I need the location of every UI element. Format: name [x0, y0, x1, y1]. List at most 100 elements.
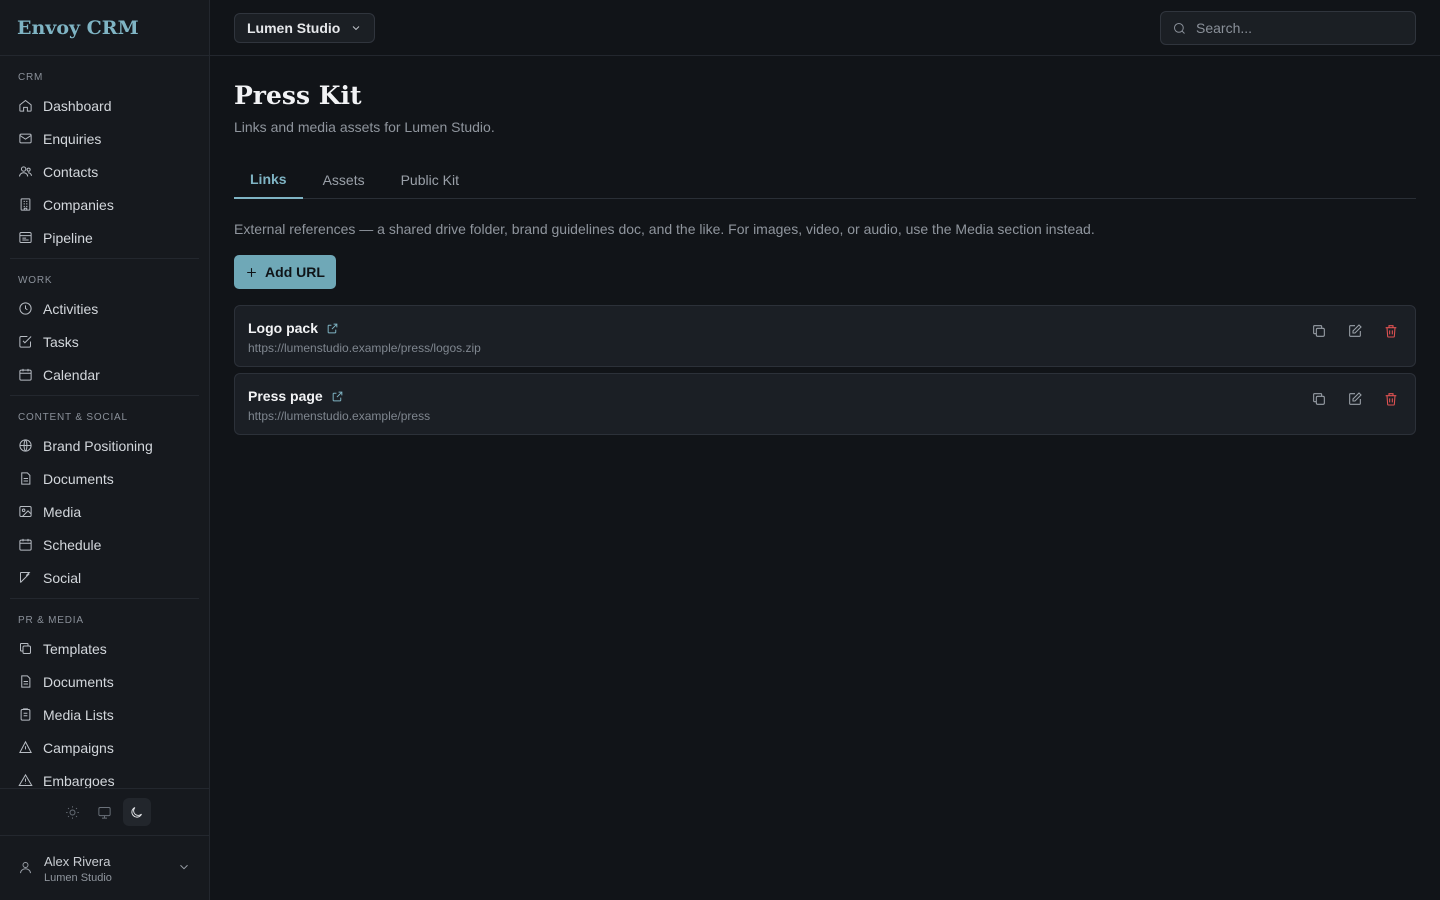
link-title-text: Press page: [248, 388, 323, 404]
nav-section-crm: CRM Dashboard Enquiries Contacts Compani…: [10, 56, 199, 259]
image-icon: [19, 506, 32, 517]
nav-section-pr-media: PR & MEDIA Templates Documents Media Lis…: [10, 599, 199, 797]
search-box: [1160, 11, 1416, 45]
link-url: https://lumenstudio.example/press/logos.…: [248, 341, 481, 355]
edit-button[interactable]: [1347, 323, 1363, 342]
sidebar-item-label: Tasks: [43, 333, 79, 350]
sidebar-item-documents[interactable]: Documents: [10, 462, 199, 495]
section-label: PR & MEDIA: [18, 615, 84, 626]
sidebar-item-label: Templates: [43, 640, 107, 657]
sidebar-item-activities[interactable]: Activities: [10, 292, 199, 325]
send-icon: [20, 572, 31, 583]
document-icon: [21, 472, 31, 485]
copy-button[interactable]: [1311, 323, 1327, 342]
sidebar-item-label: Calendar: [43, 366, 100, 383]
page-title: Press Kit: [234, 81, 362, 110]
user-icon: [18, 860, 33, 878]
org-switcher[interactable]: Lumen Studio: [234, 13, 376, 43]
sidebar-item-contacts[interactable]: Contacts: [10, 155, 199, 188]
sidebar-item-label: Media Lists: [43, 706, 114, 723]
row-actions: [1311, 391, 1399, 410]
sidebar-item-dashboard[interactable]: Dashboard: [10, 89, 199, 122]
sidebar-item-schedule[interactable]: Schedule: [10, 528, 199, 561]
chevron-down-icon: [353, 26, 360, 31]
section-label: CRM: [18, 72, 44, 83]
sidebar-item-tasks[interactable]: Tasks: [10, 325, 199, 358]
sun-icon: [66, 805, 79, 819]
help-text: External references — a shared drive fol…: [234, 221, 1095, 237]
theme-light-button[interactable]: [59, 798, 87, 826]
delete-button[interactable]: [1383, 323, 1399, 342]
section-label: WORK: [18, 275, 53, 286]
org-switcher-label: Lumen Studio: [247, 20, 341, 36]
theme-system-button[interactable]: [91, 798, 119, 826]
copy-icon: [1313, 393, 1325, 405]
user-org: Lumen Studio: [44, 871, 112, 884]
sidebar-item-brand-positioning[interactable]: Brand Positioning: [10, 429, 199, 462]
tab-links[interactable]: Links: [234, 161, 303, 199]
row-actions: [1311, 323, 1399, 342]
search-input[interactable]: [1196, 20, 1396, 36]
main-content: Press Kit Links and media assets for Lum…: [234, 56, 1416, 441]
link-list: Logo pack https://lumenstudio.example/pr…: [234, 305, 1416, 435]
sidebar-item-label: Documents: [43, 470, 114, 487]
copy-button[interactable]: [1311, 391, 1327, 410]
calendar-icon: [19, 538, 32, 551]
sidebar-item-pr-documents[interactable]: Documents: [10, 665, 199, 698]
user-name: Alex Rivera: [44, 853, 111, 869]
sidebar-item-calendar[interactable]: Calendar: [10, 358, 199, 391]
plus-icon: [247, 267, 256, 277]
sidebar-item-label: Documents: [43, 673, 114, 690]
app-logo[interactable]: Envoy CRM: [0, 0, 209, 56]
sidebar: Envoy CRM CRM Dashboard Enquiries Contac…: [0, 0, 210, 900]
topbar: Lumen Studio: [210, 0, 1440, 56]
sidebar-item-pipeline[interactable]: Pipeline: [10, 221, 199, 254]
sidebar-item-media-lists[interactable]: Media Lists: [10, 698, 199, 731]
globe-icon: [19, 439, 32, 452]
chevron-down-icon: [177, 860, 191, 877]
document-icon: [21, 675, 31, 688]
sidebar-item-companies[interactable]: Companies: [10, 188, 199, 221]
mail-icon: [19, 133, 32, 144]
nav-section-work: WORK Activities Tasks Calendar: [10, 259, 199, 396]
sidebar-item-media[interactable]: Media: [10, 495, 199, 528]
calendar-icon: [19, 368, 32, 381]
users-icon: [19, 166, 32, 177]
tab-public-kit[interactable]: Public Kit: [385, 161, 475, 199]
link-title[interactable]: Press page: [248, 388, 1402, 404]
page-subtitle: Links and media assets for Lumen Studio.: [234, 119, 495, 135]
list-item: Press page https://lumenstudio.example/p…: [234, 373, 1416, 435]
sidebar-item-templates[interactable]: Templates: [10, 632, 199, 665]
monitor-icon: [98, 806, 111, 819]
add-url-button[interactable]: Add URL: [234, 255, 336, 289]
sidebar-item-social[interactable]: Social: [10, 561, 199, 594]
theme-switcher: [0, 788, 209, 836]
search-icon: [1174, 22, 1185, 34]
tab-bar: Links Assets Public Kit: [234, 161, 1416, 199]
trash-icon: [1385, 393, 1397, 406]
sidebar-item-label: Schedule: [43, 536, 102, 553]
user-info: Alex Rivera Lumen Studio: [44, 854, 177, 884]
moon-icon: [131, 806, 142, 818]
external-link-icon[interactable]: [326, 322, 339, 335]
sidebar-item-label: Pipeline: [43, 229, 93, 246]
sidebar-item-campaigns[interactable]: Campaigns: [10, 731, 199, 764]
sidebar-item-enquiries[interactable]: Enquiries: [10, 122, 199, 155]
sidebar-item-label: Brand Positioning: [43, 437, 153, 454]
tab-assets[interactable]: Assets: [307, 161, 381, 199]
link-url: https://lumenstudio.example/press: [248, 409, 431, 423]
user-menu[interactable]: Alex Rivera Lumen Studio: [0, 837, 209, 900]
home-icon: [19, 99, 32, 112]
sidebar-item-label: Media: [43, 503, 82, 520]
sidebar-item-label: Campaigns: [43, 739, 114, 756]
add-url-label: Add URL: [265, 264, 325, 280]
theme-dark-button[interactable]: [122, 798, 151, 826]
campaign-icon: [19, 740, 32, 753]
pipeline-icon: [19, 232, 32, 243]
external-link-icon[interactable]: [331, 390, 344, 403]
copy-icon: [20, 643, 31, 654]
link-title[interactable]: Logo pack: [248, 320, 1402, 336]
edit-icon: [1349, 324, 1362, 337]
delete-button[interactable]: [1383, 391, 1399, 410]
edit-button[interactable]: [1347, 391, 1363, 410]
